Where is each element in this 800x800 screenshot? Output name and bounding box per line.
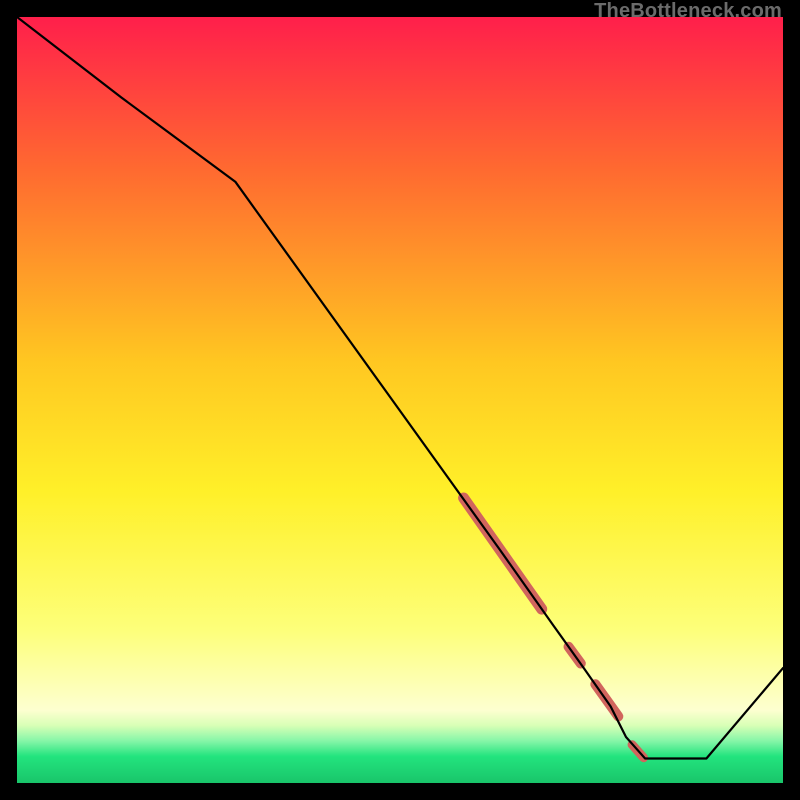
chart-frame: TheBottleneck.com [0, 0, 800, 800]
bottleneck-chart [17, 17, 783, 783]
watermark-text: TheBottleneck.com [594, 0, 782, 23]
plot-area [17, 17, 783, 783]
gradient-background [17, 17, 783, 783]
